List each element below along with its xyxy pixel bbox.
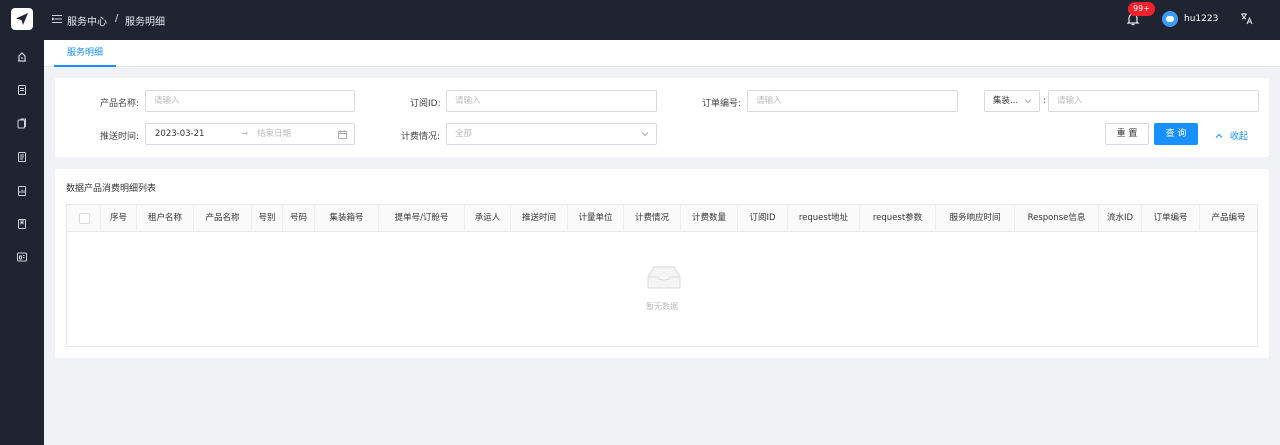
column-header[interactable]: Response信息 [1015, 205, 1099, 232]
order-no-label: 订单编号: [702, 99, 742, 109]
breadcrumb-service-detail: 服务明细 [125, 17, 165, 28]
sidebar [0, 0, 44, 445]
data-table: 序号 租户名称 产品名称 号别 号码 集装箱号 提单号/订舱号 承运人 推送时间… [66, 204, 1258, 347]
notification-badge: 99+ [1128, 2, 1155, 16]
product-name-input[interactable]: 请输入 [145, 90, 355, 112]
column-header[interactable]: 推送时间 [511, 205, 568, 232]
list-icon[interactable] [15, 150, 29, 164]
column-header[interactable]: 产品名称 [194, 205, 252, 232]
billing-label: 计费情况: [401, 132, 441, 142]
column-header[interactable]: 计量单位 [568, 205, 624, 232]
username[interactable]: hu1223 [1184, 14, 1218, 24]
select-all-checkbox[interactable] [79, 213, 90, 224]
column-header[interactable]: 序号 [101, 205, 137, 232]
bookmark-icon[interactable] [15, 217, 29, 231]
empty-inbox-icon [647, 266, 681, 289]
push-time-range-picker[interactable]: 2023-03-21 → 结束日期 [145, 123, 355, 145]
column-header[interactable]: 订阅ID [738, 205, 788, 232]
report-icon[interactable] [15, 184, 29, 198]
collapse-label: 收起 [1229, 132, 1248, 142]
column-header[interactable]: 租户名称 [137, 205, 194, 232]
column-header[interactable]: 订单编号 [1142, 205, 1200, 232]
push-time-end[interactable]: 结束日期 [257, 124, 291, 144]
filter-panel: 产品名称: 请输入 订阅ID: 请输入 订单编号: 请输入 集装... : 请输… [55, 78, 1269, 157]
tab-service-detail[interactable]: 服务明细 [54, 40, 117, 67]
avatar[interactable] [1162, 11, 1178, 27]
container-field-select-value: 集装... [993, 96, 1019, 106]
column-header[interactable]: 提单号/订舱号 [379, 205, 465, 232]
subscription-id-label: 订阅ID: [410, 99, 441, 109]
column-header[interactable]: 计费情况 [624, 205, 681, 232]
logo-icon[interactable] [11, 8, 33, 30]
chevron-down-icon [641, 132, 649, 137]
column-header[interactable]: 计费数量 [681, 205, 738, 232]
reset-button[interactable]: 重 置 [1105, 123, 1149, 145]
table-panel: 数据产品消费明细列表 序号 租户名称 产品名称 号别 号码 集装箱号 提单号/订… [55, 169, 1269, 358]
files-icon[interactable] [15, 117, 29, 131]
column-header[interactable]: 号码 [283, 205, 315, 232]
breadcrumb-service-center[interactable]: 服务中心 [67, 13, 107, 28]
empty-state-text: 暂无数据 [646, 302, 678, 311]
select-all-cell [67, 205, 101, 232]
column-header[interactable]: 服务响应时间 [936, 205, 1015, 232]
table-header: 序号 租户名称 产品名称 号别 号码 集装箱号 提单号/订舱号 承运人 推送时间… [67, 205, 1257, 232]
document-icon[interactable] [15, 83, 29, 97]
chevron-up-icon [1215, 133, 1223, 138]
column-header[interactable]: 承运人 [465, 205, 511, 232]
subscription-id-input[interactable]: 请输入 [446, 90, 657, 112]
column-header[interactable]: request地址 [788, 205, 860, 232]
order-no-input[interactable]: 请输入 [747, 90, 958, 112]
container-colon: : [1043, 96, 1047, 106]
billing-select[interactable]: 全部 [446, 123, 657, 145]
breadcrumb-separator: / [115, 13, 119, 24]
table-title: 数据产品消费明细列表 [66, 184, 157, 194]
collapse-toggle[interactable]: 收起 [1215, 129, 1248, 142]
column-header[interactable]: 产品编号 [1200, 205, 1257, 232]
range-arrow: → [241, 129, 249, 139]
query-button[interactable]: 查 询 [1154, 123, 1198, 145]
dashboard-icon[interactable] [15, 250, 29, 264]
menu-toggle-icon[interactable] [52, 14, 62, 24]
container-no-input[interactable]: 请输入 [1048, 90, 1259, 112]
column-header[interactable]: 流水ID [1099, 205, 1142, 232]
push-time-start[interactable]: 2023-03-21 [155, 124, 204, 144]
top-header: 服务中心 / 服务明细 99+ hu1223 [44, 0, 1280, 40]
tab-bar: 服务明细 [44, 40, 1280, 67]
home-icon[interactable] [15, 50, 29, 64]
push-time-label: 推送时间: [100, 132, 140, 142]
translate-icon[interactable] [1240, 12, 1253, 25]
column-header[interactable]: request参数 [860, 205, 936, 232]
calendar-icon [338, 130, 347, 139]
product-name-label: 产品名称: [100, 99, 140, 109]
chevron-down-icon [1024, 99, 1032, 104]
column-header[interactable]: 集装箱号 [315, 205, 379, 232]
column-header[interactable]: 号别 [252, 205, 283, 232]
